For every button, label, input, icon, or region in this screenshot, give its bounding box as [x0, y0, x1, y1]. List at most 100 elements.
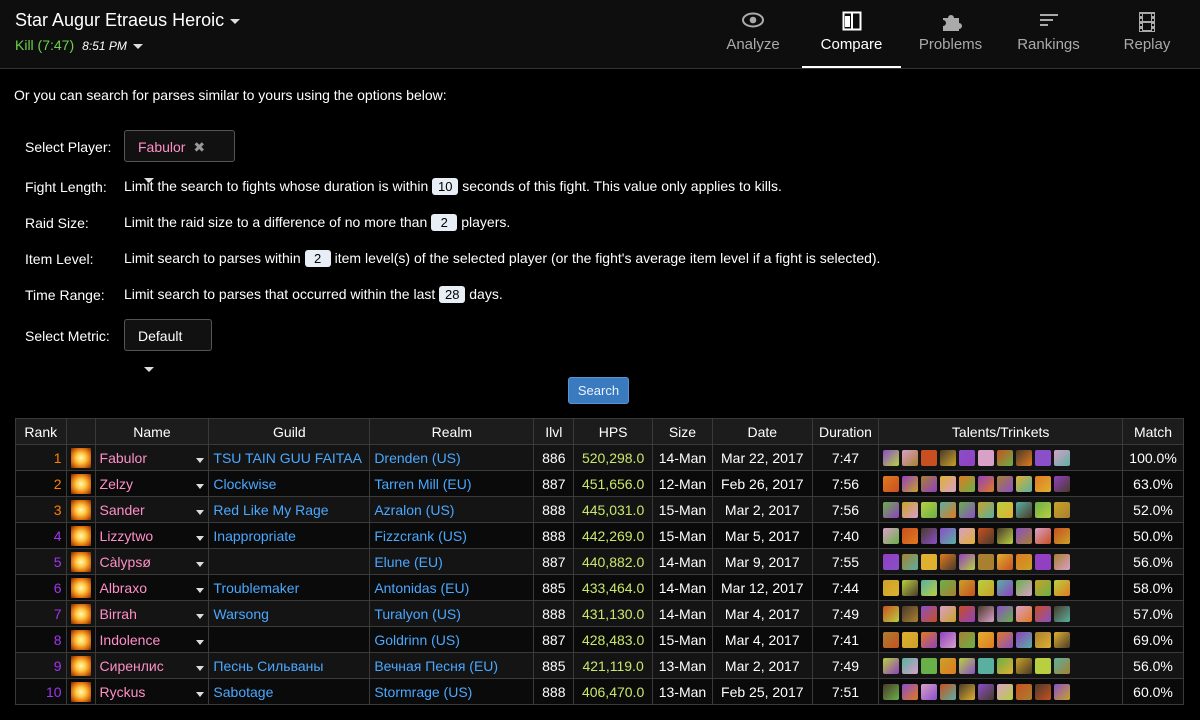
talent-icon[interactable]	[883, 502, 900, 519]
hps-cell[interactable]: 520,298.0	[573, 444, 653, 471]
table-row[interactable]: 10 Ryckus Sabotage Stormrage (US) 888 406,470…	[15, 678, 1184, 705]
trinket-icon[interactable]	[1035, 606, 1052, 623]
hps-cell[interactable]: 431,130.0	[573, 600, 653, 627]
col-header-match[interactable]: Match	[1122, 418, 1184, 445]
trinket-icon[interactable]	[1035, 502, 1052, 519]
talent-icon[interactable]	[1016, 554, 1033, 571]
player-name[interactable]: Birrah	[100, 606, 137, 622]
trinket-icon[interactable]	[1035, 450, 1052, 467]
player-name-cell[interactable]: Sander	[94, 496, 210, 523]
trinket-icon[interactable]	[1054, 580, 1071, 597]
player-name-cell[interactable]: Fabulor	[94, 444, 210, 471]
player-name-cell[interactable]: Indolence	[94, 626, 210, 653]
fight-selector[interactable]: Star Augur Etraeus Heroic	[15, 10, 241, 31]
tab-compare[interactable]: Compare	[802, 0, 901, 68]
guild-cell[interactable]: Clockwise	[208, 470, 371, 497]
talent-icon[interactable]	[1016, 502, 1033, 519]
fight-length-input[interactable]: 10	[432, 178, 459, 195]
realm-cell[interactable]: Tarren Mill (EU)	[369, 470, 535, 497]
talent-icon[interactable]	[902, 606, 919, 623]
talent-icon[interactable]	[997, 606, 1014, 623]
talent-icon[interactable]	[978, 606, 995, 623]
col-header-size[interactable]: Size	[652, 418, 713, 445]
realm-cell[interactable]: Elune (EU)	[369, 548, 535, 575]
talent-icon[interactable]	[940, 554, 957, 571]
talent-icon[interactable]	[978, 554, 995, 571]
player-name[interactable]: Zelzy	[100, 476, 133, 492]
col-header-talents[interactable]: Talents/Trinkets	[878, 418, 1124, 445]
realm-cell[interactable]: Azralon (US)	[369, 496, 535, 523]
talent-icon[interactable]	[1016, 450, 1033, 467]
item-level-input[interactable]: 2	[304, 250, 331, 267]
talent-icon[interactable]	[959, 528, 976, 545]
hps-cell[interactable]: 440,882.0	[573, 548, 653, 575]
trinket-icon[interactable]	[1054, 476, 1071, 493]
realm-cell[interactable]: Goldrinn (US)	[369, 626, 535, 653]
table-row[interactable]: 2 Zelzy Clockwise Tarren Mill (EU) 887 451,65…	[15, 470, 1184, 497]
talent-icon[interactable]	[921, 606, 938, 623]
talent-icon[interactable]	[921, 684, 938, 701]
talent-icon[interactable]	[978, 528, 995, 545]
talent-icon[interactable]	[883, 684, 900, 701]
talent-icon[interactable]	[978, 476, 995, 493]
time-range-input[interactable]: 28	[439, 286, 466, 303]
guild-cell[interactable]: Red Like My Rage	[208, 496, 371, 523]
trinket-icon[interactable]	[1054, 528, 1071, 545]
trinket-icon[interactable]	[1054, 502, 1071, 519]
realm-cell[interactable]: Stormrage (US)	[369, 678, 535, 705]
talent-icon[interactable]	[1016, 632, 1033, 649]
talent-icon[interactable]	[902, 528, 919, 545]
talent-icon[interactable]	[883, 476, 900, 493]
talent-icon[interactable]	[997, 554, 1014, 571]
talent-icon[interactable]	[978, 658, 995, 675]
guild-cell[interactable]: Warsong	[208, 600, 371, 627]
col-header-name[interactable]: Name	[94, 418, 210, 445]
talent-icon[interactable]	[902, 502, 919, 519]
talent-icon[interactable]	[940, 684, 957, 701]
hps-cell[interactable]: 421,119.0	[573, 652, 653, 679]
talent-icon[interactable]	[940, 658, 957, 675]
talent-icon[interactable]	[921, 554, 938, 571]
talent-icon[interactable]	[883, 450, 900, 467]
table-row[interactable]: 8 Indolence Goldrinn (US) 887 428,483.0 15-Ma…	[15, 626, 1184, 653]
player-name[interactable]: Fabulor	[100, 450, 147, 466]
realm-cell[interactable]: Antonidas (EU)	[369, 574, 535, 601]
talent-icon[interactable]	[997, 580, 1014, 597]
player-name[interactable]: Lizzytwo	[100, 528, 154, 544]
chevron-down-icon[interactable]	[196, 691, 205, 697]
table-row[interactable]: 5 Càlypsø Elune (EU) 887 440,882.0 14-Man Mar …	[15, 548, 1184, 575]
table-row[interactable]: 1 Fabulor TSU TAIN GUU FAITAA Drenden (US) 8…	[15, 444, 1184, 471]
trinket-icon[interactable]	[1054, 554, 1071, 571]
table-row[interactable]: 7 Birrah Warsong Turalyon (US) 888 431,130.0 1…	[15, 600, 1184, 627]
table-row[interactable]: 4 Lizzytwo Inappropriate Fizzcrank (US) 888 4…	[15, 522, 1184, 549]
col-header-date[interactable]: Date	[711, 418, 813, 445]
talent-icon[interactable]	[997, 528, 1014, 545]
chevron-down-icon[interactable]	[196, 613, 205, 619]
trinket-icon[interactable]	[1035, 632, 1052, 649]
talent-icon[interactable]	[1016, 684, 1033, 701]
talent-icon[interactable]	[940, 502, 957, 519]
talent-icon[interactable]	[883, 658, 900, 675]
talent-icon[interactable]	[902, 476, 919, 493]
talent-icon[interactable]	[921, 502, 938, 519]
tab-rankings[interactable]: Rankings	[1000, 0, 1097, 66]
talent-icon[interactable]	[1016, 658, 1033, 675]
realm-cell[interactable]: Turalyon (US)	[369, 600, 535, 627]
raid-size-input[interactable]: 2	[431, 214, 458, 231]
guild-cell[interactable]	[208, 548, 371, 575]
talent-icon[interactable]	[959, 554, 976, 571]
tab-problems[interactable]: Problems	[903, 0, 998, 66]
player-name[interactable]: Сиренлис	[100, 658, 164, 674]
talent-icon[interactable]	[997, 632, 1014, 649]
trinket-icon[interactable]	[1054, 684, 1071, 701]
trinket-icon[interactable]	[1035, 580, 1052, 597]
trinket-icon[interactable]	[1035, 684, 1052, 701]
trinket-icon[interactable]	[1035, 528, 1052, 545]
talent-icon[interactable]	[921, 658, 938, 675]
player-dropdown[interactable]: Fabulor ✖	[124, 130, 235, 183]
talent-icon[interactable]	[978, 450, 995, 467]
player-name[interactable]: Sander	[100, 502, 145, 518]
talent-icon[interactable]	[978, 632, 995, 649]
talent-icon[interactable]	[959, 658, 976, 675]
chevron-down-icon[interactable]	[196, 535, 205, 541]
